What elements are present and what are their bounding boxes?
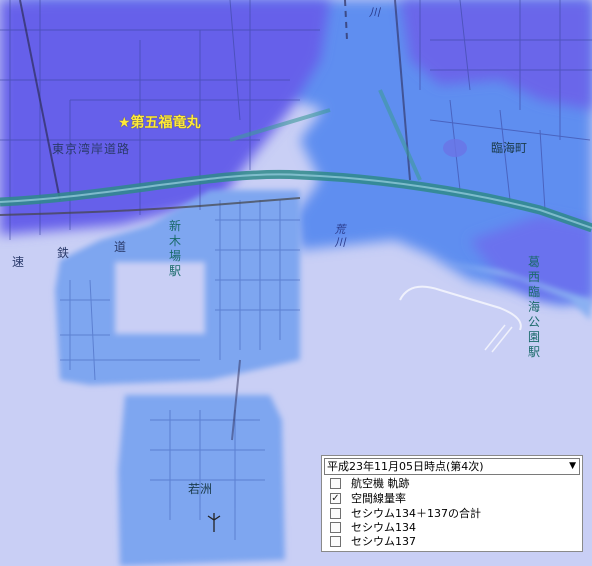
railway-label-2: 鉄 <box>57 246 71 260</box>
layer-checkbox[interactable]: ✓ <box>330 493 341 504</box>
station-char: 葛 <box>527 255 540 269</box>
rinkai-town-label: 臨海町 <box>491 141 528 155</box>
station-char: 駅 <box>527 345 540 359</box>
station-char: 海 <box>527 300 540 314</box>
landmark-label: ★第五福竜丸 <box>118 115 201 131</box>
layer-checkbox[interactable] <box>330 478 341 489</box>
wakasu-label: 若洲 <box>188 482 213 496</box>
layer-panel: 平成23年11月05日時点(第4次) ▼ 航空機 軌跡 ✓ 空間線量率 セシウム… <box>321 455 583 552</box>
rinkai-pond <box>443 139 467 157</box>
chevron-down-icon[interactable]: ▼ <box>569 459 576 474</box>
river-char: 荒 <box>334 223 346 236</box>
shinkiba-station-label: 新 木 場 駅 <box>168 219 182 279</box>
layer-option-label: 航空機 軌跡 <box>351 477 410 490</box>
layer-option-label: 空間線量率 <box>351 492 406 505</box>
station-char: 園 <box>527 330 540 344</box>
date-select[interactable]: 平成23年11月05日時点(第4次) ▼ <box>324 458 580 475</box>
shinkiba-inner-water <box>115 262 205 334</box>
railway-label-3: 道 <box>114 240 128 254</box>
layer-checkbox[interactable] <box>330 522 341 533</box>
arakawa-north-label: 川 <box>369 6 380 19</box>
date-select-value: 平成23年11月05日時点(第4次) <box>327 460 484 473</box>
station-char: 駅 <box>168 264 181 278</box>
layer-checkbox[interactable] <box>330 508 341 519</box>
station-char: 公 <box>527 315 540 329</box>
layer-checkbox[interactable] <box>330 536 341 547</box>
station-char: 新 <box>168 219 181 233</box>
expressway-label: 東京湾岸道路 <box>52 142 131 156</box>
railway-label-1: 速 <box>12 255 26 269</box>
station-char: 臨 <box>527 285 540 299</box>
river-char: 川 <box>334 236 346 249</box>
kasai-station-label: 葛 西 臨 海 公 園 駅 <box>527 255 541 360</box>
station-char: 木 <box>168 234 181 248</box>
station-char: 西 <box>527 270 540 284</box>
layer-option-label: セシウム137 <box>351 535 416 548</box>
station-char: 場 <box>168 249 181 263</box>
arakawa-label: 荒 川 <box>333 223 347 249</box>
